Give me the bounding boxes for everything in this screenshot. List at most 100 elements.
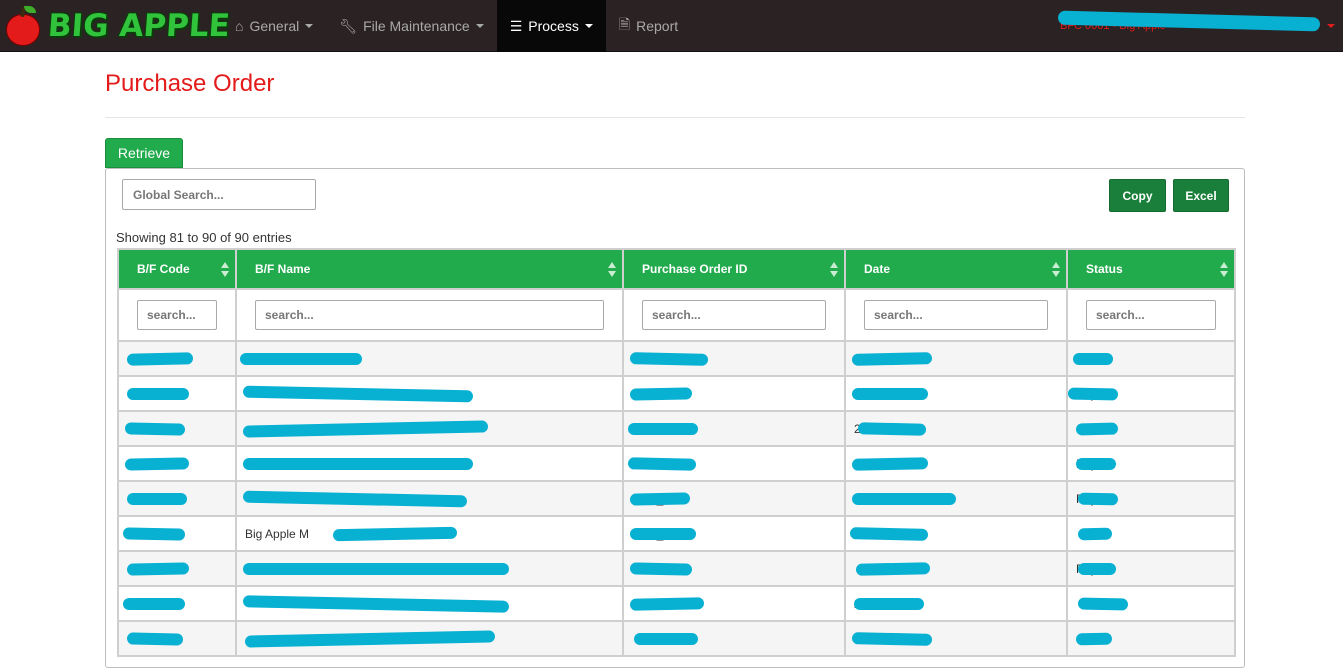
home-icon: ⌂ bbox=[235, 18, 244, 34]
table-cell bbox=[1066, 410, 1236, 447]
chevron-down-icon bbox=[584, 24, 593, 28]
table-row bbox=[117, 620, 1236, 657]
table-cell: 2 bbox=[844, 585, 1068, 622]
redaction-mark bbox=[124, 422, 186, 436]
redaction-mark bbox=[629, 492, 691, 506]
col-date[interactable]: Date bbox=[844, 248, 1068, 290]
page-title: Purchase Order bbox=[105, 70, 275, 97]
filter-bf-code-input[interactable] bbox=[137, 300, 217, 330]
redaction-mark bbox=[629, 352, 709, 366]
redaction-mark bbox=[126, 632, 184, 646]
table-cell bbox=[622, 585, 846, 622]
redaction-mark bbox=[1077, 597, 1129, 611]
table-row: BF Reject bbox=[117, 445, 1236, 482]
filter-row bbox=[117, 288, 1236, 342]
redaction-mark bbox=[628, 423, 698, 435]
table-cell bbox=[1066, 620, 1236, 657]
nav-process-label: Process bbox=[528, 18, 579, 34]
redaction-mark bbox=[126, 352, 194, 366]
sort-icon bbox=[830, 262, 838, 278]
table-cell: Reject bbox=[1066, 480, 1236, 517]
nav-report-label: Report bbox=[636, 18, 679, 34]
redaction-mark bbox=[123, 598, 185, 610]
redaction-mark bbox=[854, 598, 924, 610]
table-cell bbox=[117, 340, 237, 377]
nav-general[interactable]: ⌂ General bbox=[222, 0, 326, 52]
data-panel: Copy Excel Showing 81 to 90 of 90 entrie… bbox=[105, 168, 1245, 668]
chevron-down-icon bbox=[475, 24, 484, 28]
table-cell bbox=[844, 620, 1068, 657]
filter-status-input[interactable] bbox=[1086, 300, 1216, 330]
redaction-mark bbox=[127, 388, 189, 400]
table-header-row: B/F Code B/F Name Purchase Order ID Date… bbox=[117, 248, 1236, 290]
table-cell bbox=[622, 445, 846, 482]
table-cell bbox=[1066, 585, 1236, 622]
table-cell bbox=[235, 445, 624, 482]
redaction-mark bbox=[1078, 563, 1116, 575]
brand-logo[interactable]: BIG APPLE bbox=[4, 4, 231, 48]
table-cell: Reject bbox=[1066, 550, 1236, 587]
redaction-mark bbox=[242, 490, 468, 508]
table-cell bbox=[844, 375, 1068, 412]
table-cell bbox=[117, 375, 237, 412]
nav-process[interactable]: ☰ Process bbox=[496, 0, 606, 52]
col-purchase-order-id[interactable]: Purchase Order ID bbox=[622, 248, 846, 290]
copy-button[interactable]: Copy bbox=[1109, 179, 1166, 212]
sliders-icon: ☰ bbox=[509, 17, 523, 34]
redaction-mark bbox=[243, 458, 473, 470]
sort-icon bbox=[1052, 262, 1060, 278]
table-cell bbox=[117, 620, 237, 657]
redaction-mark bbox=[629, 562, 693, 576]
table-cell: NEP_PO bbox=[622, 515, 846, 552]
table-cell bbox=[844, 445, 1068, 482]
table-cell bbox=[235, 340, 624, 377]
col-bf-name[interactable]: B/F Name bbox=[235, 248, 624, 290]
redaction-mark bbox=[1076, 458, 1116, 470]
redaction-mark bbox=[851, 457, 929, 471]
excel-button[interactable]: Excel bbox=[1173, 179, 1229, 212]
filter-date-input[interactable] bbox=[864, 300, 1048, 330]
retrieve-button[interactable]: Retrieve bbox=[105, 138, 183, 168]
redaction-mark bbox=[242, 385, 474, 403]
table-cell bbox=[235, 375, 624, 412]
redaction-mark bbox=[851, 352, 933, 366]
redaction-mark bbox=[855, 562, 931, 576]
col-status[interactable]: Status bbox=[1066, 248, 1236, 290]
redaction-mark bbox=[126, 562, 190, 576]
table-cell bbox=[622, 620, 846, 657]
filter-bf-name-input[interactable] bbox=[255, 300, 604, 330]
filter-po-id-input[interactable] bbox=[642, 300, 826, 330]
redaction-mark bbox=[1075, 632, 1113, 646]
sort-icon bbox=[1220, 262, 1228, 278]
nav-file-maintenance-label: File Maintenance bbox=[363, 18, 470, 34]
nav-file-maintenance[interactable]: 🔧︎ File Maintenance bbox=[326, 0, 496, 52]
table-cell bbox=[117, 480, 237, 517]
table-cell: BF bbox=[117, 445, 237, 482]
redaction-mark bbox=[629, 597, 705, 611]
pdf-file-icon: 🗎︎ bbox=[618, 16, 631, 32]
redaction-mark bbox=[1069, 387, 1119, 401]
table-row: NEP_PO Reject bbox=[117, 480, 1236, 517]
table-row: 2 bbox=[117, 585, 1236, 622]
redaction-mark bbox=[243, 563, 509, 575]
table-row: Reject bbox=[117, 550, 1236, 587]
global-search-input[interactable] bbox=[122, 179, 316, 210]
redaction-mark bbox=[852, 388, 928, 400]
table-cell: NEP_PO bbox=[622, 480, 846, 517]
nav-report[interactable]: 🗎︎ Report bbox=[606, 0, 691, 52]
table-cell: Big Apple M bbox=[235, 515, 624, 552]
table-cell bbox=[844, 480, 1068, 517]
wrench-icon: 🔧︎ bbox=[339, 17, 358, 34]
table-cell bbox=[844, 340, 1068, 377]
redaction-mark bbox=[1073, 353, 1113, 365]
table-row: Big Apple M NEP_PO bbox=[117, 515, 1236, 552]
table-cell bbox=[117, 410, 237, 447]
redaction-mark bbox=[857, 422, 927, 436]
redaction-mark bbox=[1077, 492, 1119, 506]
redaction-mark bbox=[242, 595, 510, 613]
col-bf-code[interactable]: B/F Code bbox=[117, 248, 237, 290]
redaction-mark bbox=[124, 457, 190, 471]
apple-icon bbox=[4, 6, 42, 46]
table-row: 2 bbox=[117, 410, 1236, 447]
table-cell bbox=[844, 550, 1068, 587]
